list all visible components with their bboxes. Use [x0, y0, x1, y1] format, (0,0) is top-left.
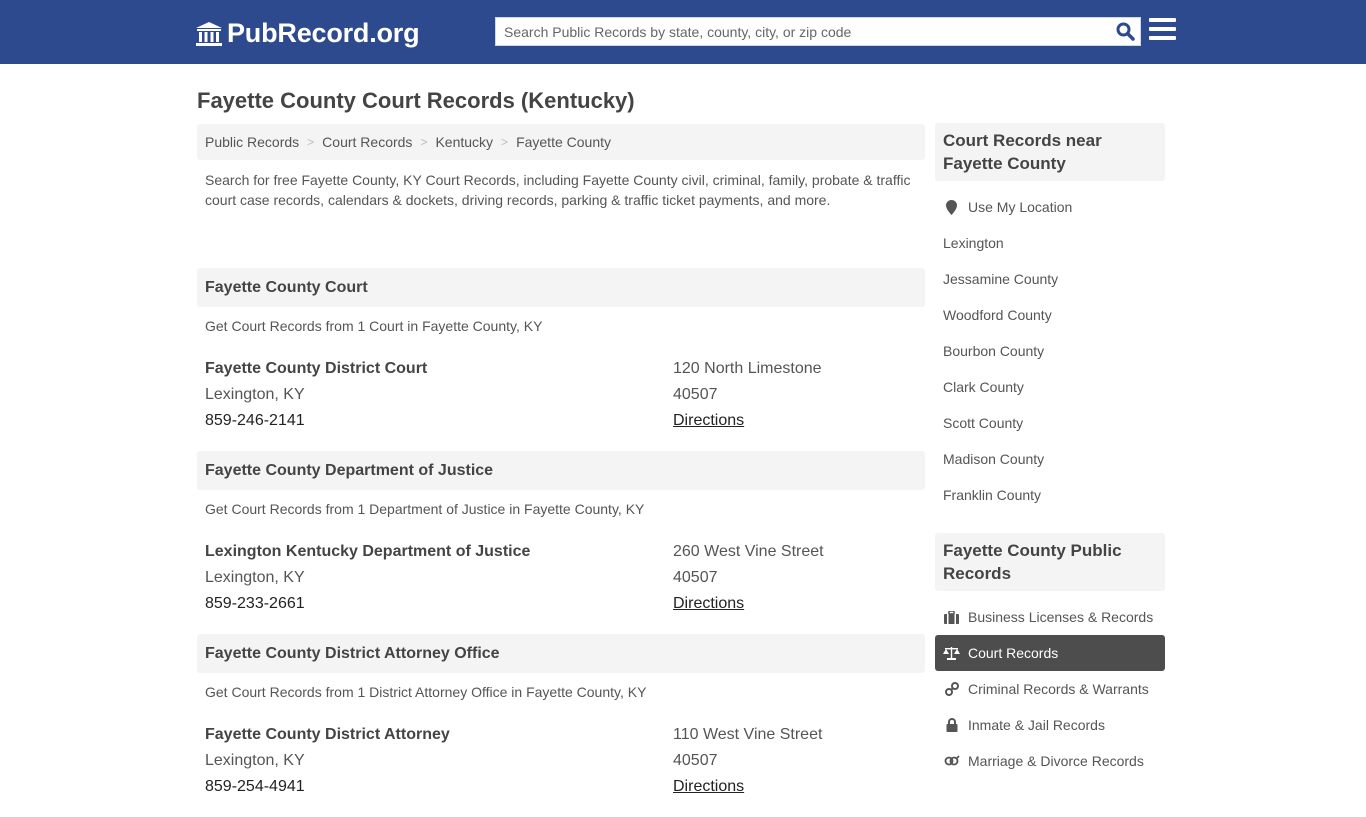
handcuffs-icon: [943, 681, 960, 697]
sidebar: Court Records near Fayette County Use My…: [935, 123, 1165, 779]
section-subtitle: Get Court Records from 1 Court in Fayett…: [205, 318, 543, 334]
entry-city: Lexington, KY: [205, 569, 305, 586]
entry-zip: 40507: [673, 569, 718, 586]
section-subtitle: Get Court Records from 1 Department of J…: [205, 501, 645, 517]
entry-phone[interactable]: 859-233-2661: [205, 591, 673, 617]
breadcrumb-fayette-county[interactable]: Fayette County: [516, 134, 611, 150]
search-input[interactable]: [496, 18, 1110, 45]
sidebar-heading-public-records: Fayette County Public Records: [935, 533, 1165, 591]
entry-address: 120 North Limestone: [673, 360, 822, 377]
breadcrumb-kentucky[interactable]: Kentucky: [435, 134, 493, 150]
logo-text: PubRecord.org: [227, 18, 420, 48]
nearby-list: Use My Location Lexington Jessamine Coun…: [935, 181, 1165, 513]
breadcrumb-separator: >: [501, 135, 509, 149]
entry-address: 260 West Vine Street: [673, 543, 824, 560]
breadcrumb-public-records[interactable]: Public Records: [205, 134, 299, 150]
briefcase-icon: [943, 609, 960, 625]
top-navbar: PubRecord.org: [0, 0, 1366, 64]
courthouse-icon: [196, 21, 222, 46]
intro-text: Search for free Fayette County, KY Court…: [205, 172, 911, 208]
use-my-location-label: Use My Location: [968, 199, 1073, 215]
record-entry: Fayette County District Court Lexington,…: [197, 346, 925, 451]
entry-city: Lexington, KY: [205, 752, 305, 769]
breadcrumb-court-records[interactable]: Court Records: [322, 134, 412, 150]
entry-city: Lexington, KY: [205, 386, 305, 403]
sidebar-item-inmate-jail-records[interactable]: Inmate & Jail Records: [935, 707, 1165, 743]
entry-name: Lexington Kentucky Department of Justice: [205, 543, 531, 560]
section-heading: Fayette County Court: [197, 268, 925, 307]
breadcrumb-separator: >: [420, 135, 428, 149]
nearby-link-woodford-county[interactable]: Woodford County: [935, 297, 1165, 333]
sidebar-item-label: Criminal Records & Warrants: [968, 681, 1149, 697]
scale-icon: [943, 645, 960, 661]
nearby-link-clark-county[interactable]: Clark County: [935, 369, 1165, 405]
page-title: Fayette County Court Records (Kentucky): [197, 88, 635, 113]
directions-link[interactable]: Directions: [673, 595, 744, 612]
sidebar-heading-nearby: Court Records near Fayette County: [935, 123, 1165, 181]
directions-link[interactable]: Directions: [673, 412, 744, 429]
section-heading: Fayette County Department of Justice: [197, 451, 925, 490]
public-records-list: Business Licenses & Records Court Record…: [935, 591, 1165, 779]
entry-phone[interactable]: 859-254-4941: [205, 774, 673, 800]
nearby-link-bourbon-county[interactable]: Bourbon County: [935, 333, 1165, 369]
sidebar-item-label: Inmate & Jail Records: [968, 717, 1105, 733]
entry-phone[interactable]: 859-246-2141: [205, 408, 673, 434]
entry-zip: 40507: [673, 386, 718, 403]
nearby-link-madison-county[interactable]: Madison County: [935, 441, 1165, 477]
nearby-link-franklin-county[interactable]: Franklin County: [935, 477, 1165, 513]
entry-address: 110 West Vine Street: [673, 726, 823, 743]
search-button[interactable]: [1110, 18, 1140, 45]
sidebar-item-label: Court Records: [968, 645, 1059, 661]
breadcrumb: Public Records > Court Records > Kentuck…: [197, 124, 925, 160]
section-subtitle: Get Court Records from 1 District Attorn…: [205, 684, 647, 700]
search-bar: [495, 17, 1141, 46]
record-entry: Fayette County District Attorney Lexingt…: [197, 712, 925, 817]
directions-link[interactable]: Directions: [673, 778, 744, 795]
sidebar-item-marriage-divorce-records[interactable]: Marriage & Divorce Records: [935, 743, 1165, 779]
gender-icon: [943, 753, 960, 769]
entry-name: Fayette County District Court: [205, 360, 428, 377]
search-icon: [1116, 22, 1135, 41]
sidebar-item-label: Marriage & Divorce Records: [968, 753, 1144, 769]
site-logo[interactable]: PubRecord.org: [195, 18, 420, 49]
hamburger-menu-icon[interactable]: [1149, 18, 1176, 44]
sidebar-item-court-records[interactable]: Court Records: [935, 635, 1165, 671]
nearby-link-jessamine-county[interactable]: Jessamine County: [935, 261, 1165, 297]
nearby-link-scott-county[interactable]: Scott County: [935, 405, 1165, 441]
entry-zip: 40507: [673, 752, 718, 769]
use-my-location-link[interactable]: Use My Location: [935, 189, 1165, 225]
lock-icon: [943, 717, 960, 733]
breadcrumb-separator: >: [307, 135, 315, 149]
sidebar-item-label: Business Licenses & Records: [968, 609, 1154, 625]
sidebar-item-criminal-records[interactable]: Criminal Records & Warrants: [935, 671, 1165, 707]
main-content: Public Records > Court Records > Kentuck…: [197, 124, 925, 817]
nearby-link-lexington[interactable]: Lexington: [935, 225, 1165, 261]
sidebar-item-business-licenses[interactable]: Business Licenses & Records: [935, 599, 1165, 635]
map-marker-icon: [943, 199, 960, 215]
record-entry: Lexington Kentucky Department of Justice…: [197, 529, 925, 634]
section-heading: Fayette County District Attorney Office: [197, 634, 925, 673]
entry-name: Fayette County District Attorney: [205, 726, 450, 743]
